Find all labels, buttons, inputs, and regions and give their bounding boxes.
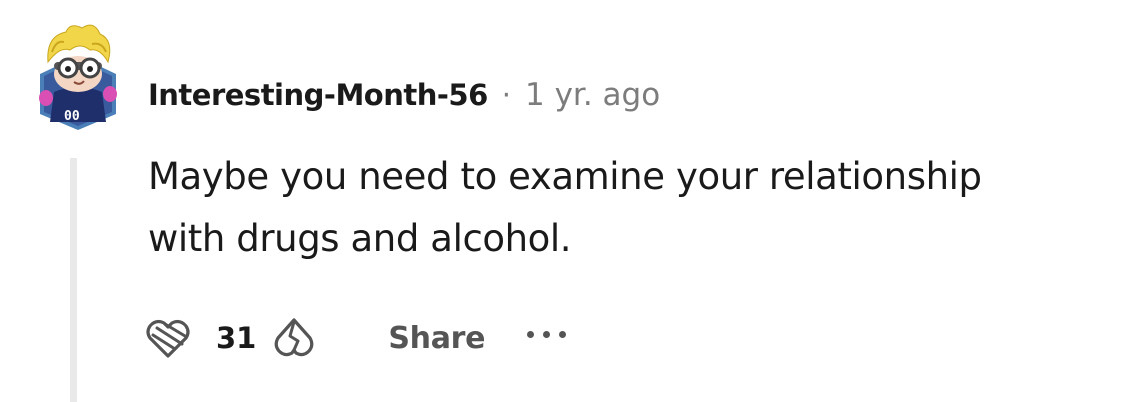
meta-separator: · [501,78,511,112]
downvote-button[interactable] [270,314,318,362]
author-username[interactable]: Interesting-Month-56 [148,78,488,112]
user-avatar[interactable]: 00 [36,22,120,130]
comment-text-line: with drugs and alcohol. [148,217,572,260]
share-button[interactable]: Share [388,321,485,356]
downvote-heart-icon [275,318,314,357]
comment-text-line: Maybe you need to examine your relations… [148,155,982,198]
comment-actions: 31 Share [144,306,567,370]
overflow-dot [559,330,567,338]
upvote-heart-icon [146,319,190,358]
comment-header: Interesting-Month-56 · 1 yr. ago [148,74,660,116]
snoo-avatar-icon: 00 [39,24,117,130]
overflow-menu-button[interactable] [527,310,567,366]
vote-score: 31 [216,321,257,355]
thread-collapse-line[interactable] [70,158,77,402]
comment-timestamp[interactable]: 1 yr. ago [525,77,660,113]
svg-text:00: 00 [64,109,80,124]
upvote-button[interactable] [144,314,192,362]
overflow-dot [527,330,535,338]
comment-body: Maybe you need to examine your relations… [148,146,1108,270]
overflow-dot [543,330,551,338]
